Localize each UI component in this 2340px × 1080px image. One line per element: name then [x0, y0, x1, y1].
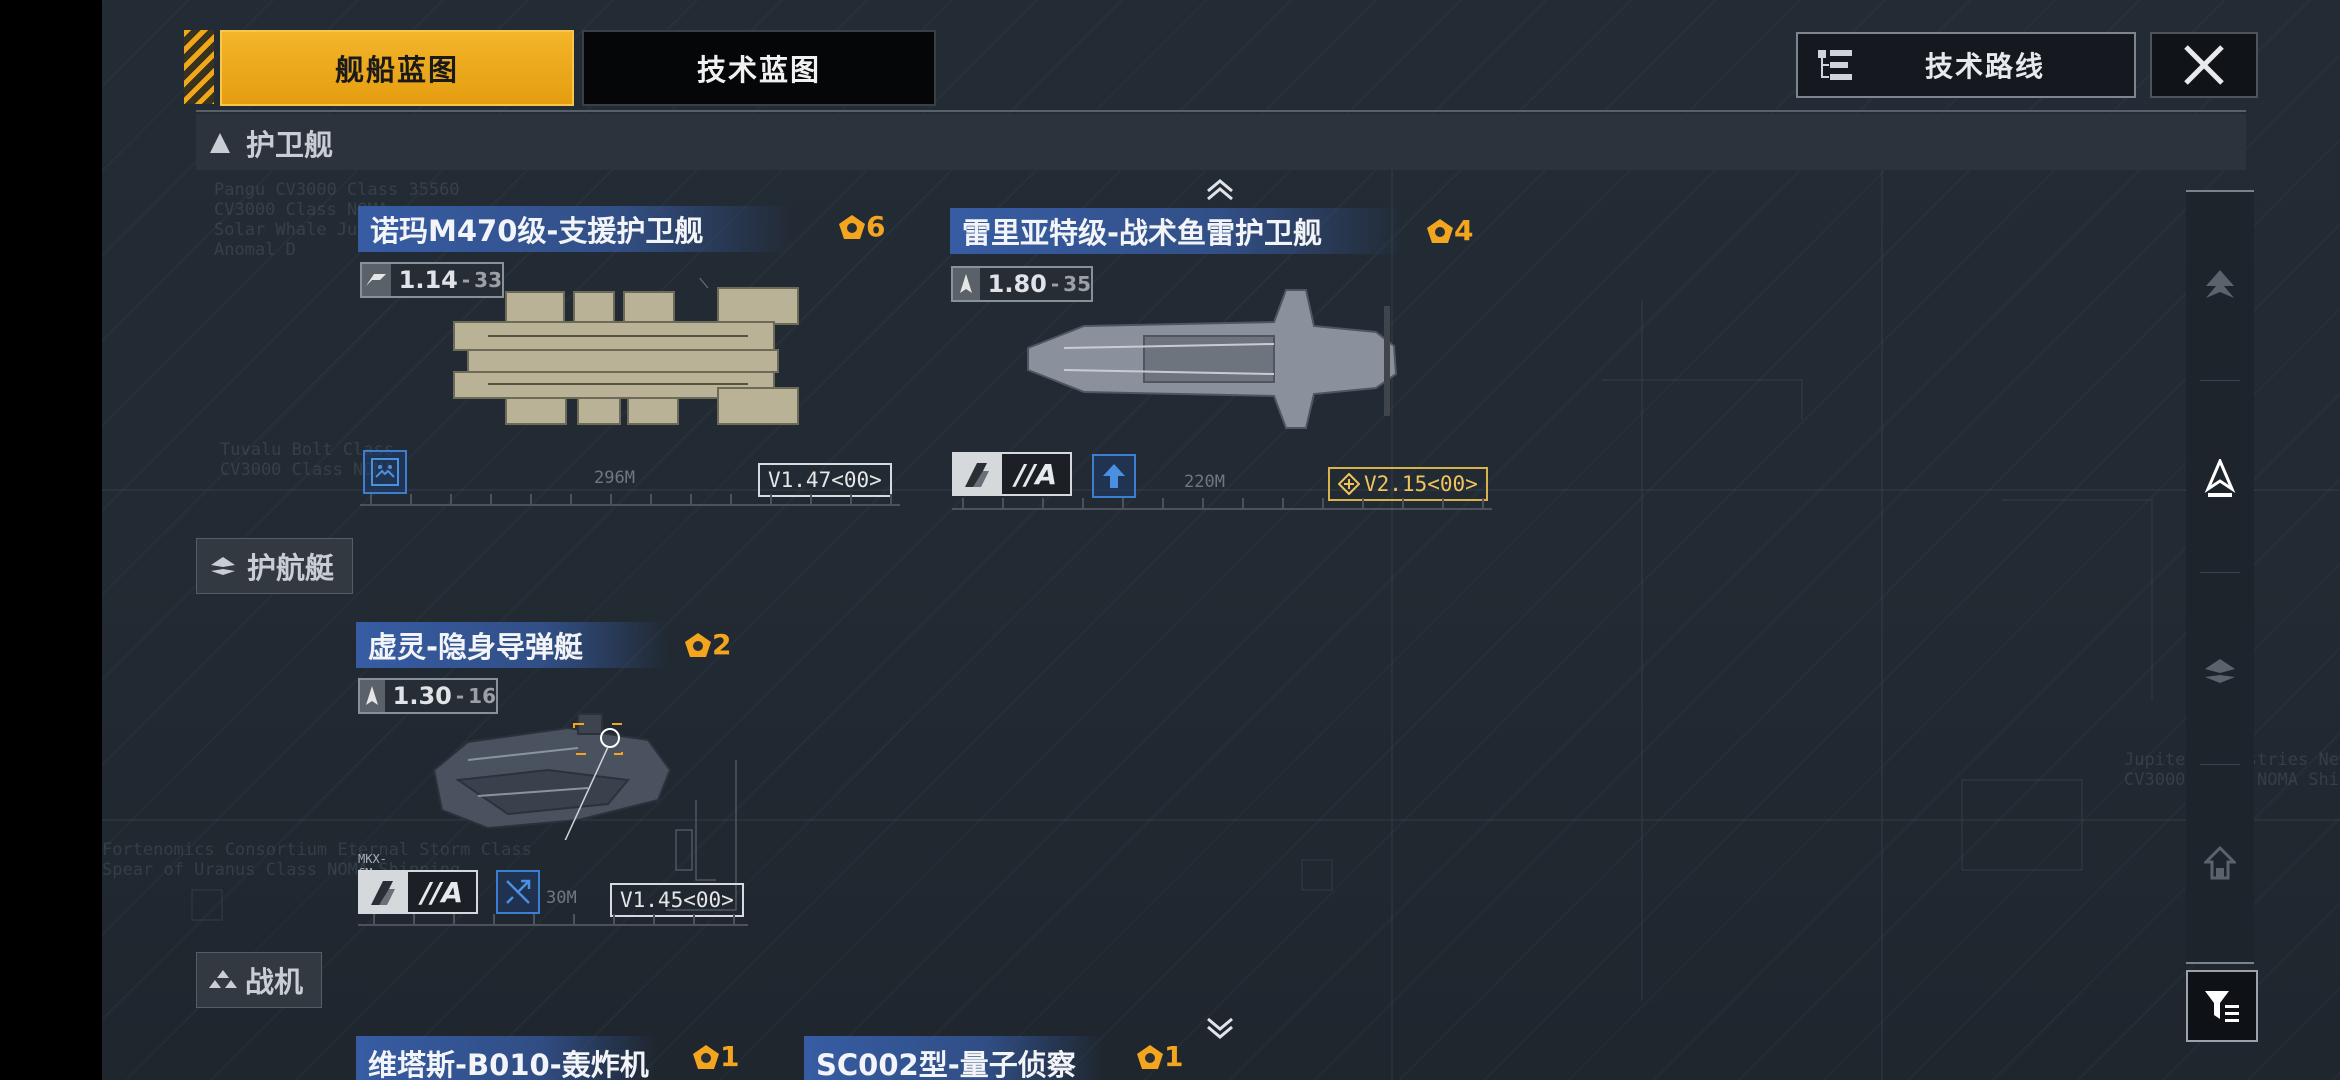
- ship-length: 30M: [546, 888, 577, 908]
- ship-cost-value: 1: [720, 1040, 740, 1073]
- ship-length: 296M: [594, 468, 635, 488]
- screen-left-edge: [0, 0, 102, 1080]
- command-cost-icon: [685, 632, 711, 657]
- escort-icon: [211, 557, 235, 575]
- ship-image-xuling: [432, 713, 672, 840]
- ship-name: 维塔斯-B010-轰炸机: [356, 1036, 656, 1080]
- ship-cost: 1: [1136, 1040, 1183, 1073]
- close-icon: [2184, 45, 2224, 85]
- tech-route-button[interactable]: 技术路线: [1796, 32, 2136, 98]
- rank-icon: [952, 452, 1000, 496]
- ship-name: 雷里亚特级-战术鱼雷护卫舰: [950, 208, 1402, 254]
- rail-divider: [2200, 764, 2240, 765]
- speed-icon: [360, 680, 385, 712]
- ship-version-value: V2.15<00>: [1364, 472, 1478, 496]
- rail-fighter-icon[interactable]: [2198, 842, 2242, 886]
- command-cost-icon: [693, 1044, 719, 1069]
- rail-frigate-icon[interactable]: [2198, 458, 2242, 502]
- speed-icon: [362, 264, 391, 296]
- ship-cost-value: 4: [1454, 214, 1474, 247]
- length-ruler: [358, 910, 748, 926]
- tier-badge: //A: [952, 452, 1072, 496]
- close-button[interactable]: [2150, 32, 2258, 98]
- ship-cost-value: 6: [866, 210, 886, 243]
- header-divider: [196, 110, 2246, 112]
- tree-list-icon: [1818, 50, 1852, 80]
- ship-length: 220M: [1184, 472, 1225, 492]
- rail-divider: [2200, 572, 2240, 573]
- command-cost-icon: [1137, 1044, 1163, 1069]
- ship-cost-value: 1: [1164, 1040, 1184, 1073]
- missile-role-icon: [496, 870, 540, 914]
- section-header-frigate[interactable]: 护卫舰: [208, 118, 333, 168]
- tech-route-label: 技术路线: [1924, 50, 2045, 83]
- tab-tech-blueprints[interactable]: 技术蓝图: [582, 30, 936, 106]
- command-cost-icon: [839, 214, 865, 239]
- section-label-fighter: 战机: [245, 965, 304, 999]
- rail-divider: [2200, 380, 2240, 381]
- support-role-icon: [363, 450, 407, 494]
- section-label-frigate: 护卫舰: [246, 128, 334, 162]
- tab-ship-blueprints[interactable]: 舰船蓝图: [220, 30, 574, 106]
- ship-cost: 2: [684, 628, 731, 661]
- ship-cost-value: 2: [712, 628, 732, 661]
- tier-badge-label: //A: [1000, 452, 1072, 496]
- rail-carrier-icon[interactable]: [2198, 266, 2242, 310]
- command-cost-icon: [1427, 218, 1453, 243]
- tier-badge-label: //A: [406, 870, 478, 914]
- scroll-down-chevron-icon[interactable]: [1204, 1016, 1236, 1040]
- rail-escort-icon[interactable]: [2198, 650, 2242, 694]
- frigate-icon: [210, 133, 230, 153]
- ship-name: 诺玛M470级-支援护卫舰: [358, 206, 790, 252]
- upgrade-diamond-icon: [1338, 473, 1360, 495]
- filter-icon: [2205, 991, 2239, 1022]
- length-ruler: [952, 494, 1492, 510]
- ship-cost: 4: [1426, 214, 1473, 247]
- ship-cost: 1: [692, 1040, 739, 1073]
- ship-image-leiliya: [1027, 289, 1398, 429]
- tab-stripe-decoration: [184, 30, 214, 104]
- section-label-escort: 护航艇: [247, 551, 335, 585]
- fighter-icon: [209, 970, 237, 988]
- section-header-fighter[interactable]: 战机: [196, 952, 323, 1008]
- ship-cost: 6: [838, 210, 885, 243]
- section-bar-frigate: [196, 114, 2246, 170]
- ship-name: SC002型-量子侦察机: [804, 1036, 1104, 1080]
- ship-image-noma: [453, 278, 799, 425]
- filter-button[interactable]: [2186, 970, 2258, 1042]
- torpedo-role-icon: [1092, 454, 1136, 498]
- rank-icon: [358, 870, 406, 914]
- length-ruler: [360, 490, 900, 506]
- speed-icon: [953, 268, 980, 300]
- ship-name: 虚灵-隐身导弹艇: [356, 622, 668, 668]
- scroll-up-chevron-icon[interactable]: [1204, 178, 1236, 202]
- tier-badge: //A: [358, 870, 478, 914]
- section-header-escort[interactable]: 护航艇: [196, 538, 354, 594]
